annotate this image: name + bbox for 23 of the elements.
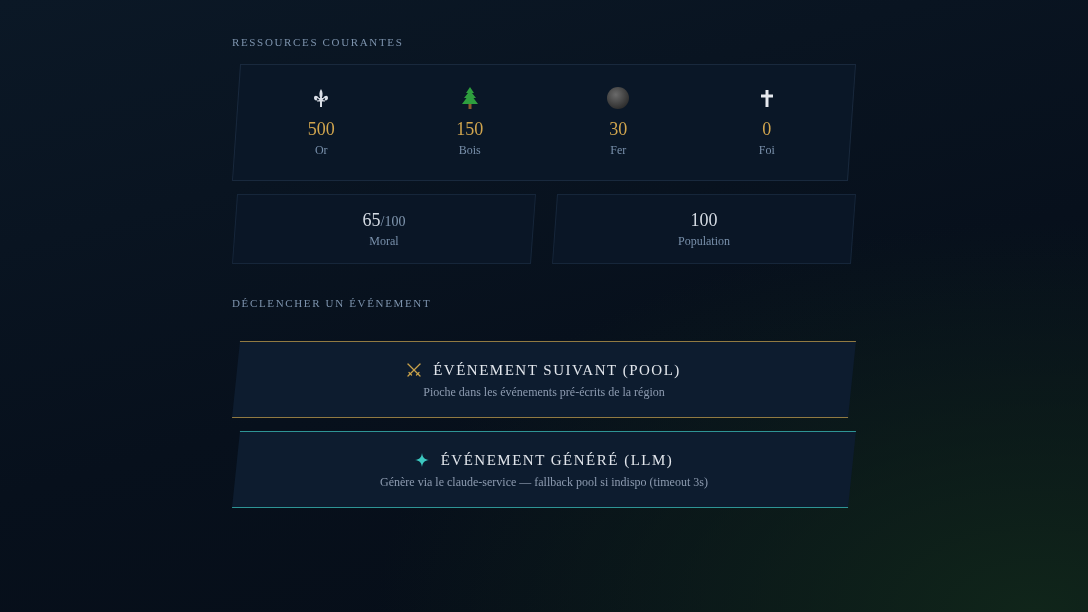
stat-label: Population [678,233,730,249]
pine-tree-icon [459,87,480,109]
event-button[interactable]: ÉVÉNEMENT SUIVANT (POOL) Pioche dans les événements pré-écrits de la région [232,341,856,418]
cross-icon [760,89,773,107]
event-button[interactable]: ÉVÉNEMENT GÉNÉRÉ (LLM) Génère via le claude-service — fallback pool si indispo (timeout 3s) [232,431,856,508]
fleur-de-lis-icon [313,89,330,107]
button-subtitle: Pioche dans les événements pré-écrits de la région [423,383,665,400]
section-heading: RESSOURCES COURANTES [232,35,404,49]
resource-value: 150 [456,118,484,140]
dark-sphere-icon [607,87,630,109]
resource-label: Foi [758,142,775,158]
stat-label: Moral [369,233,399,249]
resource-label: Fer [610,142,627,158]
resource-label: Or [314,142,328,158]
resource-label: Bois [458,142,481,158]
section-heading: DÉCLENCHER UN ÉVÉNEMENT [232,296,432,310]
stat-value: 100 [690,209,718,231]
stat-max: /100 [380,214,406,231]
button-subtitle: Génère via le claude-service — fallback pool si indispo (timeout 3s) [380,473,708,490]
resource-value: 500 [307,118,335,140]
resource-value: 0 [762,118,772,140]
stat-value: 65 [362,209,381,231]
resource-value: 30 [609,118,628,140]
